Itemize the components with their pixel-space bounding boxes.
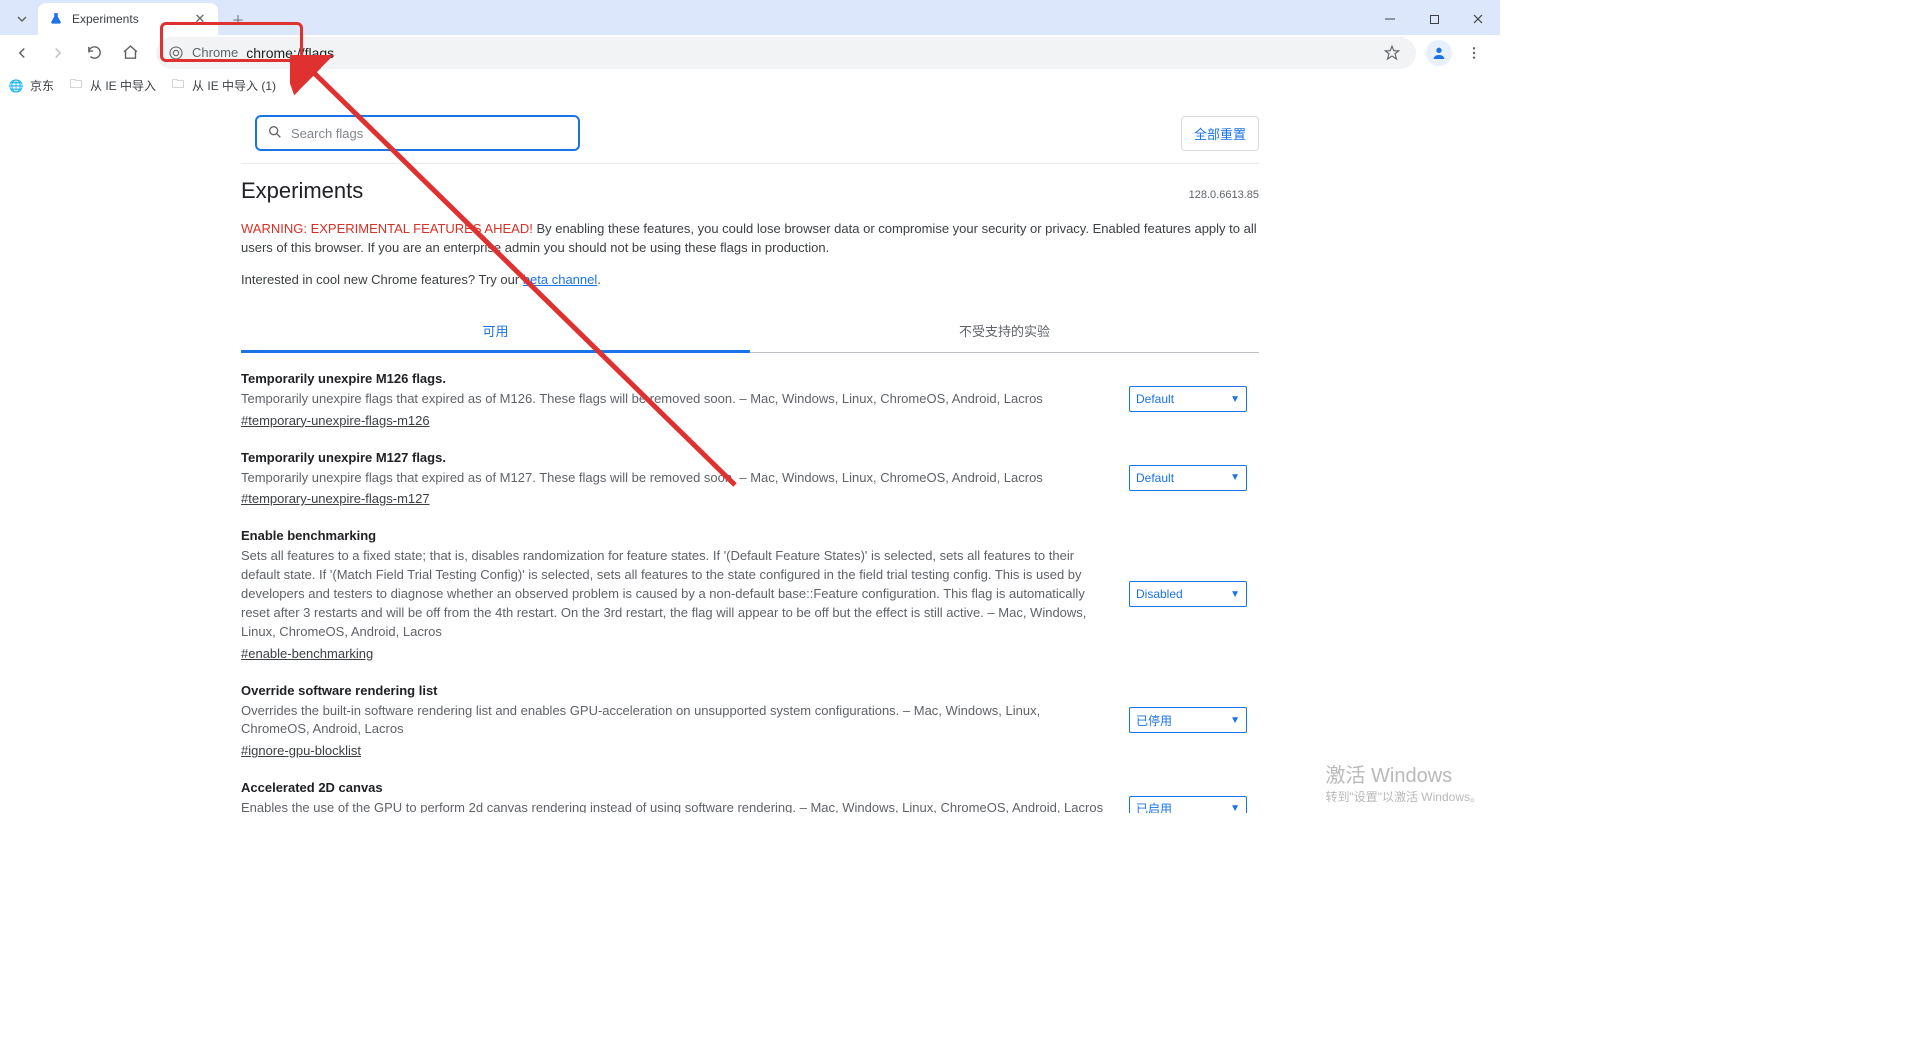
windows-activation-watermark: 激活 Windows 转到"设置"以激活 Windows。	[1325, 759, 1482, 805]
bookmark-label: 从 IE 中导入	[90, 77, 156, 94]
chrome-icon	[168, 45, 184, 61]
folder-icon: 🗀	[170, 78, 186, 94]
bookmark-label: 从 IE 中导入 (1)	[192, 77, 276, 94]
watermark-line1: 激活 Windows	[1325, 759, 1482, 788]
bookmark-ie-import-1[interactable]: 🗀 从 IE 中导入 (1)	[170, 77, 276, 94]
omnibox-scheme-label: Chrome	[192, 45, 238, 60]
url-input[interactable]	[246, 45, 1372, 61]
flag-row: Accelerated 2D canvas Enables the use of …	[241, 762, 1259, 813]
reload-button[interactable]	[78, 37, 110, 69]
page-title: Experiments	[241, 178, 363, 204]
forward-button[interactable]	[42, 37, 74, 69]
flag-row: Override software rendering list Override…	[241, 665, 1259, 763]
menu-button[interactable]	[1458, 37, 1490, 69]
flag-anchor-link[interactable]: #enable-benchmarking	[241, 646, 373, 661]
folder-icon: 🗀	[68, 78, 84, 94]
page-viewport[interactable]: 全部重置 Experiments 128.0.6613.85 WARNING: …	[0, 101, 1500, 813]
star-icon[interactable]	[1380, 41, 1404, 65]
beta-channel-link[interactable]: beta channel	[523, 272, 597, 287]
tab-title: Experiments	[72, 12, 184, 26]
tab-available[interactable]: 可用	[241, 311, 750, 353]
flag-row: Temporarily unexpire M126 flags. Temporar…	[241, 353, 1259, 432]
flag-title: Temporarily unexpire M126 flags.	[241, 371, 1105, 386]
flag-select[interactable]: 已启用 ▼	[1129, 796, 1247, 813]
bookmark-jd[interactable]: 🌐 京东	[8, 77, 54, 94]
flag-select-value: Default	[1136, 392, 1174, 406]
flag-anchor-link[interactable]: #temporary-unexpire-flags-m126	[241, 413, 430, 428]
flag-row: Enable benchmarking Sets all features to …	[241, 510, 1259, 664]
flag-description: Overrides the built-in software renderin…	[241, 702, 1105, 740]
search-flags-box[interactable]	[255, 115, 580, 151]
page-content: 全部重置 Experiments 128.0.6613.85 WARNING: …	[241, 101, 1259, 813]
minimize-button[interactable]	[1368, 3, 1412, 35]
flag-info: Accelerated 2D canvas Enables the use of …	[241, 780, 1105, 813]
flag-select[interactable]: Disabled ▼	[1129, 581, 1247, 607]
watermark-line2: 转到"设置"以激活 Windows。	[1325, 788, 1482, 805]
tab-unavailable[interactable]: 不受支持的实验	[750, 311, 1259, 352]
search-flags-input[interactable]	[291, 126, 568, 141]
beta-prefix: Interested in cool new Chrome features? …	[241, 272, 523, 287]
flag-anchor-link[interactable]: #temporary-unexpire-flags-m127	[241, 491, 430, 506]
maximize-button[interactable]	[1412, 3, 1456, 35]
browser-toolbar: Chrome	[0, 35, 1500, 71]
chevron-down-icon: ▼	[1230, 715, 1240, 726]
flag-info: Temporarily unexpire M127 flags. Temporar…	[241, 450, 1105, 507]
divider	[241, 163, 1259, 164]
flag-title: Override software rendering list	[241, 683, 1105, 698]
flag-control: 已启用 ▼	[1129, 780, 1259, 813]
flag-select-value: 已停用	[1136, 712, 1172, 729]
new-tab-button[interactable]: ＋	[224, 5, 252, 33]
chevron-down-icon: ▼	[1230, 394, 1240, 405]
flag-select[interactable]: 已停用 ▼	[1129, 707, 1247, 733]
warning-text: WARNING: EXPERIMENTAL FEATURES AHEAD! By…	[241, 220, 1259, 258]
chevron-down-icon: ▼	[1230, 803, 1240, 813]
flag-row: Temporarily unexpire M127 flags. Temporar…	[241, 432, 1259, 511]
flag-control: Disabled ▼	[1129, 528, 1259, 660]
bookmark-label: 京东	[30, 77, 54, 94]
reset-all-button[interactable]: 全部重置	[1181, 116, 1259, 151]
window-controls	[1368, 3, 1500, 35]
flag-description: Temporarily unexpire flags that expired …	[241, 390, 1105, 409]
browser-tab-active[interactable]: Experiments ✕	[38, 3, 218, 35]
flag-description: Enables the use of the GPU to perform 2d…	[241, 799, 1105, 813]
flag-select[interactable]: Default ▼	[1129, 386, 1247, 412]
profile-avatar[interactable]	[1426, 40, 1452, 66]
beta-line: Interested in cool new Chrome features? …	[241, 272, 1259, 287]
back-button[interactable]	[6, 37, 38, 69]
flask-icon	[48, 11, 64, 27]
flag-control: Default ▼	[1129, 450, 1259, 507]
warning-prefix: WARNING: EXPERIMENTAL FEATURES AHEAD!	[241, 221, 533, 236]
flag-description: Temporarily unexpire flags that expired …	[241, 469, 1105, 488]
browser-titlebar: Experiments ✕ ＋	[0, 0, 1500, 35]
tab-search-button[interactable]	[10, 5, 34, 33]
bookmark-ie-import[interactable]: 🗀 从 IE 中导入	[68, 77, 156, 94]
flag-select[interactable]: Default ▼	[1129, 465, 1247, 491]
search-icon	[267, 124, 283, 143]
flag-control: Default ▼	[1129, 371, 1259, 428]
flag-info: Enable benchmarking Sets all features to …	[241, 528, 1105, 660]
flag-info: Override software rendering list Override…	[241, 683, 1105, 759]
flag-select-value: Default	[1136, 471, 1174, 485]
flag-description: Sets all features to a fixed state; that…	[241, 547, 1105, 641]
chevron-down-icon: ▼	[1230, 472, 1240, 483]
flag-info: Temporarily unexpire M126 flags. Temporar…	[241, 371, 1105, 428]
flag-tabs: 可用 不受支持的实验	[241, 311, 1259, 353]
flag-control: 已停用 ▼	[1129, 683, 1259, 759]
bookmarks-bar: 🌐 京东 🗀 从 IE 中导入 🗀 从 IE 中导入 (1)	[0, 71, 1500, 101]
chevron-down-icon: ▼	[1230, 589, 1240, 600]
close-icon[interactable]: ✕	[192, 11, 208, 27]
flags-list: Temporarily unexpire M126 flags. Temporar…	[241, 353, 1259, 813]
tab-strip: Experiments ✕ ＋	[0, 3, 252, 35]
omnibox[interactable]: Chrome	[156, 37, 1416, 69]
flag-title: Temporarily unexpire M127 flags.	[241, 450, 1105, 465]
flag-anchor-link[interactable]: #ignore-gpu-blocklist	[241, 743, 361, 758]
flag-title: Enable benchmarking	[241, 528, 1105, 543]
close-window-button[interactable]	[1456, 3, 1500, 35]
flag-select-value: Disabled	[1136, 587, 1183, 601]
flag-select-value: 已启用	[1136, 800, 1172, 813]
chrome-version: 128.0.6613.85	[1189, 189, 1259, 201]
flag-title: Accelerated 2D canvas	[241, 780, 1105, 795]
globe-icon: 🌐	[8, 78, 24, 94]
home-button[interactable]	[114, 37, 146, 69]
